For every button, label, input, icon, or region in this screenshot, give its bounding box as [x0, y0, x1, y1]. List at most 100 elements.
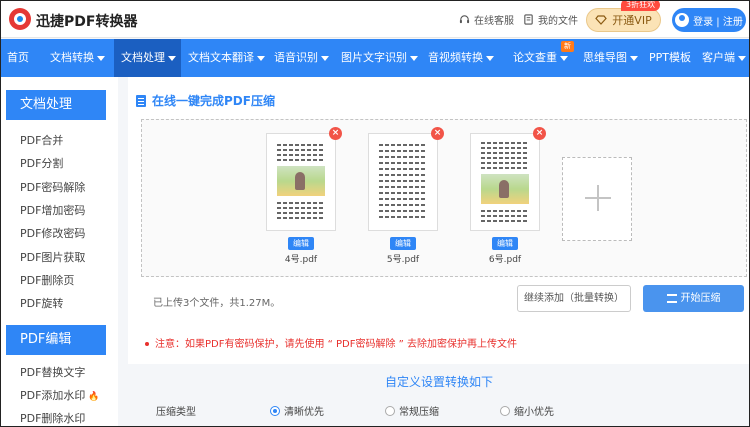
chevron-down-icon — [97, 55, 105, 61]
document-icon — [136, 94, 146, 107]
file-name: 4号.pdf — [284, 255, 318, 265]
page-title-text: 在线一键完成PDF压缩 — [152, 94, 275, 108]
remove-file-icon[interactable]: × — [533, 127, 546, 140]
nav-item-2[interactable]: 文档处理 — [114, 39, 181, 77]
edit-button[interactable]: 编辑 — [492, 237, 518, 250]
login-register-button[interactable]: 登录 | 注册 — [672, 8, 746, 32]
sidebar-item-section2_items-1[interactable]: PDF添加水印 🔥 — [20, 387, 100, 403]
plus-icon — [585, 185, 611, 211]
nav-item-label: 音视频转换 — [428, 51, 483, 64]
radio-label: 清晰优先 — [284, 407, 324, 418]
main-panel: 在线一键完成PDF压缩 × 编辑 4号.pdf × 编辑 5号.pdf × 编辑… — [128, 77, 750, 427]
chevron-down-icon — [738, 55, 746, 61]
nav-item-10[interactable]: 客户端 — [695, 39, 750, 77]
chevron-down-icon — [410, 55, 418, 61]
file-thumbnail — [470, 133, 540, 231]
sidebar-item-section1_items-4[interactable]: PDF修改密码 — [20, 225, 85, 241]
headset-icon — [459, 15, 470, 24]
chevron-down-icon — [257, 55, 265, 61]
radio-indicator — [500, 405, 510, 416]
radio-size-first[interactable]: 缩小优先 — [500, 403, 554, 418]
logo-icon[interactable] — [9, 8, 31, 30]
file-card-5: × 编辑 5号.pdf — [368, 127, 444, 265]
nav-item-3[interactable]: 文档文本翻译 — [181, 39, 267, 77]
chevron-down-icon — [168, 55, 176, 61]
nav-item-label: 图片文字识别 — [341, 51, 407, 64]
nav-item-6[interactable]: 音视频转换 — [421, 39, 506, 77]
new-badge: 新 — [561, 41, 574, 52]
add-file-button[interactable] — [562, 157, 632, 241]
start-compress-button[interactable]: 开始压缩 — [643, 285, 744, 312]
brand-name[interactable]: 迅捷PDF转换器 — [36, 11, 137, 31]
sidebar-item-label: PDF增加密码 — [20, 203, 86, 217]
file-name: 6号.pdf — [488, 255, 522, 265]
thumbnail-image — [277, 166, 325, 196]
my-files-label: 我的文件 — [538, 16, 578, 27]
radio-indicator — [270, 405, 280, 416]
thumbnail-image — [481, 174, 529, 204]
notice-text: 注意：如果PDF有密码保护，请先使用 “ PDF密码解除 ” 去除加密保护再上传… — [155, 339, 518, 350]
chevron-down-icon — [560, 55, 568, 61]
sidebar-item-section1_items-1[interactable]: PDF分割 — [20, 155, 63, 171]
sidebar-item-section2_items-2[interactable]: PDF删除水印 — [20, 410, 85, 426]
top-bar: 迅捷PDF转换器 在线客服 我的文件 开通VIP 3折狂欢 登录 | 注册 — [0, 0, 750, 38]
sidebar-item-section1_items-5[interactable]: PDF图片获取 — [20, 249, 85, 265]
continue-add-button[interactable]: 继续添加（批量转换） — [517, 285, 631, 312]
radio-normal-compress[interactable]: 常规压缩 — [385, 403, 439, 418]
compress-type-label: 压缩类型 — [156, 407, 196, 418]
radio-clarity-first[interactable]: 清晰优先 — [270, 403, 324, 418]
my-files-link[interactable]: 我的文件 — [523, 12, 578, 27]
radio-label: 常规压缩 — [399, 407, 439, 418]
settings-panel: 自定义设置转换如下 压缩类型 清晰优先 常规压缩 缩小优先 — [128, 364, 750, 427]
sidebar-section-doc-processing: 文档处理 — [6, 90, 106, 120]
sidebar-item-label: PDF添加水印 — [20, 389, 86, 402]
chevron-down-icon — [321, 55, 329, 61]
file-name: 5号.pdf — [386, 255, 420, 265]
sidebar-item-section1_items-7[interactable]: PDF旋转 — [20, 295, 63, 311]
nav-item-label: PPT模板 — [649, 51, 691, 64]
upload-status: 已上传3个文件，共1.27M。 — [153, 298, 281, 309]
sidebar-section-pdf-edit: PDF编辑 — [6, 325, 106, 355]
main-nav: 首页 文档转换 文档处理 文档文本翻译 语音识别 图片文字识别 音视频转换 论文查重新思维导图… — [0, 39, 750, 77]
file-thumbnail — [368, 133, 438, 231]
sidebar-item-label: PDF密码解除 — [20, 180, 86, 194]
nav-item-4[interactable]: 语音识别 — [267, 39, 334, 77]
sidebar-item-section1_items-6[interactable]: PDF删除页 — [20, 272, 74, 288]
nav-item-0[interactable]: 首页 — [0, 39, 43, 77]
sidebar-item-section1_items-0[interactable]: PDF合并 — [20, 132, 63, 148]
sidebar-item-section1_items-3[interactable]: PDF增加密码 — [20, 202, 85, 218]
nav-item-label: 论文查重 — [513, 51, 557, 64]
fire-icon: 🔥 — [85, 392, 100, 402]
nav-item-1[interactable]: 文档转换 — [43, 39, 114, 77]
vip-promo-badge: 3折狂欢 — [621, 0, 661, 11]
nav-item-5[interactable]: 图片文字识别 — [334, 39, 421, 77]
vip-button[interactable]: 开通VIP — [586, 8, 661, 32]
online-service-link[interactable]: 在线客服 — [459, 12, 514, 27]
password-notice: 注意：如果PDF有密码保护，请先使用 “ PDF密码解除 ” 去除加密保护再上传… — [145, 335, 517, 350]
nav-item-9[interactable]: PPT模板 — [642, 39, 695, 77]
sidebar-item-label: PDF旋转 — [20, 297, 64, 311]
upload-area[interactable]: × 编辑 4号.pdf × 编辑 5号.pdf × 编辑 6号.pdf — [141, 119, 747, 277]
sidebar-item-label: PDF分割 — [20, 157, 64, 171]
sidebar-item-label: PDF替换文字 — [20, 366, 86, 379]
nav-item-label: 首页 — [7, 51, 29, 64]
edit-button[interactable]: 编辑 — [288, 237, 314, 250]
sidebar-item-section2_items-0[interactable]: PDF替换文字 — [20, 364, 85, 380]
sidebar: 文档处理 PDF合并 PDF分割 PDF密码解除 PDF增加密码 PDF修改密码 PDF图… — [0, 77, 118, 427]
nav-item-8[interactable]: 思维导图 — [576, 39, 642, 77]
sidebar-item-section1_items-2[interactable]: PDF密码解除 — [20, 179, 85, 195]
notice-bullet-icon — [145, 342, 149, 346]
sidebar-item-label: PDF删除水印 — [20, 412, 86, 425]
file-icon — [524, 14, 533, 25]
edit-button[interactable]: 编辑 — [390, 237, 416, 250]
login-label: 登录 | 注册 — [693, 16, 743, 28]
nav-item-label: 思维导图 — [583, 51, 627, 64]
remove-file-icon[interactable]: × — [431, 127, 444, 140]
page-title: 在线一键完成PDF压缩 — [136, 92, 275, 109]
chevron-down-icon — [486, 55, 494, 61]
settings-title: 自定义设置转换如下 — [384, 375, 493, 389]
remove-file-icon[interactable]: × — [329, 127, 342, 140]
nav-item-7[interactable]: 论文查重新 — [506, 39, 576, 77]
start-compress-label: 开始压缩 — [680, 293, 721, 304]
nav-item-label: 文档处理 — [121, 51, 165, 64]
